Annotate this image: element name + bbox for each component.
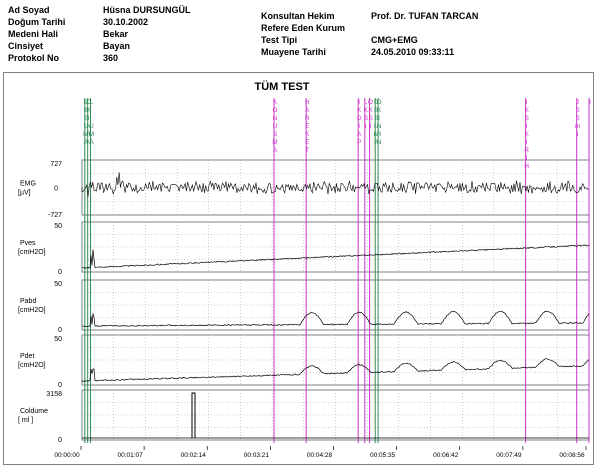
event-marker-label: E <box>305 123 310 130</box>
event-marker-label: 2 <box>576 99 580 106</box>
event-marker-label: K <box>357 107 362 114</box>
channel-max: 50 <box>54 336 62 343</box>
event-marker-label: I <box>589 99 591 106</box>
event-marker-label: I <box>358 123 360 130</box>
event-marker-label: K <box>273 99 278 106</box>
time-tick-label: 00:00:00 <box>54 452 80 459</box>
event-marker-label: 0 <box>576 115 580 122</box>
event-marker-label: O <box>368 99 373 106</box>
event-marker-label: I <box>526 139 528 146</box>
time-tick-label: 00:08:56 <box>559 452 585 459</box>
uroflow-chart: TÜM TEST EMG [µV] 727 -727 0 Pves [cmH2O] 50 0 Pab… <box>18 80 591 459</box>
event-marker-label: M <box>89 131 94 138</box>
event-marker-label: A <box>305 107 310 114</box>
channel-min: 0 <box>58 382 62 389</box>
event-marker-label: L <box>90 99 94 106</box>
event-marker-label: K <box>377 107 382 114</box>
event-marker-label: I <box>526 99 528 106</box>
event-marker-label: m <box>575 123 580 130</box>
event-marker-label: P <box>357 139 361 146</box>
event-marker-label: S <box>273 131 278 138</box>
time-tick-label: 00:07:49 <box>496 452 522 459</box>
event-marker-label: I <box>358 99 360 106</box>
channel-max: 50 <box>54 281 62 288</box>
time-tick-label: 00:03:21 <box>244 452 270 459</box>
event-marker-label: 0 <box>576 107 580 114</box>
event-marker-label: U <box>273 123 278 130</box>
event-marker-label: S <box>524 115 529 122</box>
event-marker-label: I <box>370 123 372 130</box>
channel-name: Coldume <box>20 408 48 415</box>
channel-unit: [cmH2O] <box>18 249 46 256</box>
channel-mid: 0 <box>54 186 58 193</box>
time-tick-label: 00:04:28 <box>307 452 333 459</box>
channel-min: 0 <box>58 269 62 276</box>
event-marker-label: H <box>305 99 310 106</box>
event-marker-label: R <box>377 131 382 138</box>
channel-name: Pdet <box>20 353 34 360</box>
event-marker-label: H <box>524 163 529 170</box>
channel-unit: [cmH2O] <box>18 362 46 369</box>
channel-name: EMG <box>20 181 36 188</box>
channel-name: Pves <box>20 240 36 247</box>
event-marker-label: I <box>365 123 367 130</box>
channel-min: -727 <box>48 212 62 219</box>
channel-max: 50 <box>54 223 62 230</box>
event-marker-label: O <box>377 99 382 106</box>
event-marker-label: K <box>305 131 310 138</box>
event-marker-label: T <box>305 147 309 154</box>
time-tick-label: 00:05:35 <box>370 452 396 459</box>
event-marker-label: N <box>377 123 382 130</box>
event-marker-label: A <box>357 131 362 138</box>
time-tick-label: 00:06:42 <box>433 452 459 459</box>
event-marker-label: A <box>273 147 278 154</box>
time-tick-label: 00:02:14 <box>181 452 207 459</box>
event-marker-label: O <box>272 107 277 114</box>
channel-min: 0 <box>58 437 62 444</box>
event-marker-label: E <box>305 139 310 146</box>
event-marker-label: M <box>272 139 277 146</box>
event-marker-label: I <box>526 155 528 162</box>
event-marker-label: A <box>89 139 94 146</box>
time-tick-label: 00:01:07 <box>117 452 143 459</box>
event-marker-label: R <box>524 147 529 154</box>
event-marker-label: K <box>524 131 529 138</box>
channel-unit: [µV] <box>18 190 31 197</box>
channel-name: Pabd <box>20 298 36 305</box>
event-marker-label: D <box>357 115 362 122</box>
event-marker-label: I <box>526 123 528 130</box>
event-marker-label: K <box>368 107 373 114</box>
channel-min: 0 <box>58 327 62 334</box>
channel-max: 727 <box>50 161 62 168</box>
event-marker-label: K <box>524 107 529 114</box>
event-marker-label: S <box>368 115 373 122</box>
chart-title: TÜM TEST <box>255 80 310 93</box>
channel-unit: [cmH2O] <box>18 307 46 314</box>
event-marker-label: I <box>378 115 380 122</box>
channel-unit: [ ml ] <box>18 417 33 424</box>
event-marker-label: N <box>273 115 278 122</box>
volume-spike <box>191 392 196 438</box>
emg-trace <box>81 172 589 197</box>
event-marker-label: N <box>377 139 382 146</box>
channel-max: 3158 <box>46 391 62 398</box>
event-marker-label: R <box>305 115 310 122</box>
event-marker-label: I <box>88 115 90 122</box>
event-marker-label: U <box>89 123 94 130</box>
event-marker-label: l <box>577 131 579 138</box>
